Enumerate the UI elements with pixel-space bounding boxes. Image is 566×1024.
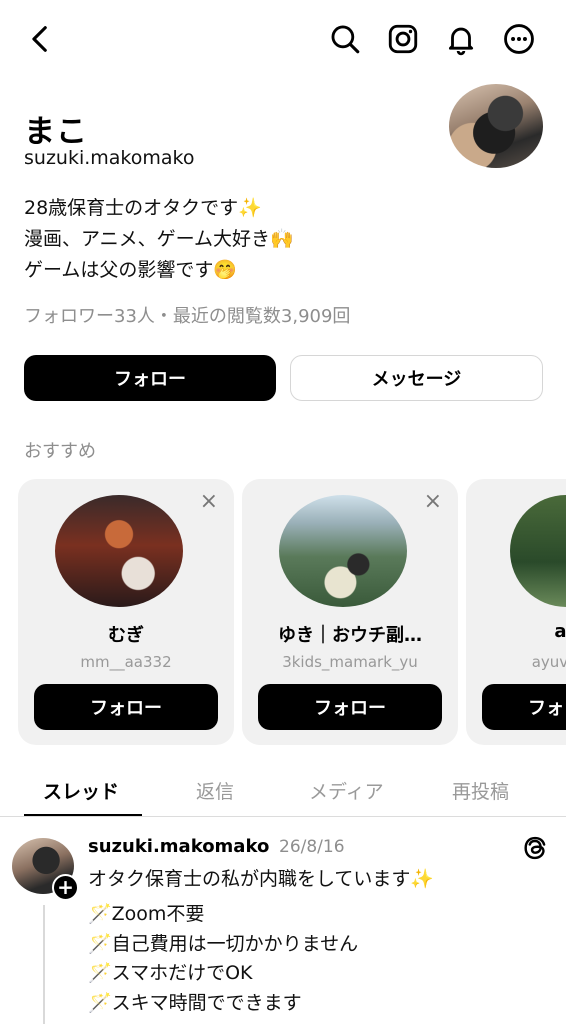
follow-plus-icon[interactable]: +	[52, 874, 79, 901]
instagram-button[interactable]	[382, 18, 424, 60]
recommendation-handle: mm__aa332	[80, 653, 172, 671]
recommendations-title: おすすめ	[24, 441, 96, 462]
bio-line: 漫画、アニメ、ゲーム大好き🙌	[24, 228, 294, 250]
recommendation-handle: 3kids_mamark_yu	[282, 653, 418, 671]
post-list: 🪄Zoom不要 🪄自己費用は一切かかりません 🪄スマホだけでOK 🪄スキマ時間で…	[88, 900, 358, 1018]
profile-name: まこ	[24, 114, 88, 150]
recommendation-avatar[interactable]	[510, 495, 566, 607]
post-username[interactable]: suzuki.makomako	[88, 836, 269, 857]
back-button[interactable]	[20, 18, 62, 60]
search-icon	[331, 25, 360, 54]
recommendation-follow-button[interactable]: フォロー	[34, 684, 218, 730]
active-tab-indicator	[24, 814, 142, 816]
profile-avatar[interactable]	[449, 84, 543, 168]
recommendation-name: ay	[554, 621, 566, 642]
tab-reposts[interactable]: 再投稿	[452, 777, 509, 804]
recommendation-handle: ayuvi	[531, 653, 566, 671]
recommendation-name: ゆき｜おウチ副…	[278, 625, 422, 646]
recommendation-name: むぎ	[108, 625, 144, 646]
list-item: 🪄自己費用は一切かかりません	[88, 932, 359, 955]
recommendation-avatar[interactable]	[279, 495, 407, 607]
tab-media[interactable]: メディア	[309, 777, 384, 804]
dismiss-icon[interactable]: ×	[200, 491, 218, 513]
more-button[interactable]	[498, 18, 540, 60]
recommendation-card[interactable]: ay ayuvi フォ	[466, 479, 566, 745]
post-date: 26/8/16	[279, 837, 345, 857]
search-button[interactable]	[324, 18, 366, 60]
post-text: オタク保育士の私が内職をしています✨	[88, 868, 435, 890]
bio-line: 28歳保育士のオタクです✨	[24, 197, 262, 219]
thread-line	[43, 905, 45, 1024]
followers-stats[interactable]: フォロワー33人・最近の閲覧数3,909回	[24, 302, 350, 328]
notifications-button[interactable]	[440, 18, 482, 60]
more-icon	[504, 24, 534, 54]
bio-line: ゲームは父の影響です🤭	[24, 259, 238, 281]
tab-replies[interactable]: 返信	[196, 777, 234, 804]
list-item: 🪄Zoom不要	[88, 903, 205, 925]
tab-threads[interactable]: スレッド	[43, 777, 119, 804]
profile-handle: suzuki.makomako	[24, 147, 195, 169]
recommendation-follow-button[interactable]: フォロー	[258, 684, 442, 730]
follow-button[interactable]: フォロー	[24, 355, 276, 401]
profile-bio: 28歳保育士のオタクです✨ 漫画、アニメ、ゲーム大好き🙌 ゲームは父の影響です🤭	[24, 193, 294, 286]
list-item: 🪄スマホだけでOK	[88, 962, 253, 984]
list-item: 🪄スキマ時間でできます	[88, 991, 302, 1014]
recommendation-avatar[interactable]	[55, 495, 183, 607]
top-bar	[0, 0, 566, 80]
instagram-icon	[388, 24, 418, 54]
bell-icon	[448, 27, 474, 56]
recommendation-card[interactable]: × ゆき｜おウチ副… 3kids_mamark_yu フォロー	[242, 479, 458, 745]
dismiss-icon[interactable]: ×	[424, 491, 442, 513]
recommendation-follow-button[interactable]: フォ	[482, 684, 566, 730]
threads-icon[interactable]	[521, 834, 549, 862]
chevron-left-icon	[32, 26, 47, 52]
profile-tabs: スレッド 返信 メディア 再投稿	[0, 765, 566, 817]
recommendation-card[interactable]: × むぎ mm__aa332 フォロー	[18, 479, 234, 745]
message-button[interactable]: メッセージ	[290, 355, 543, 401]
